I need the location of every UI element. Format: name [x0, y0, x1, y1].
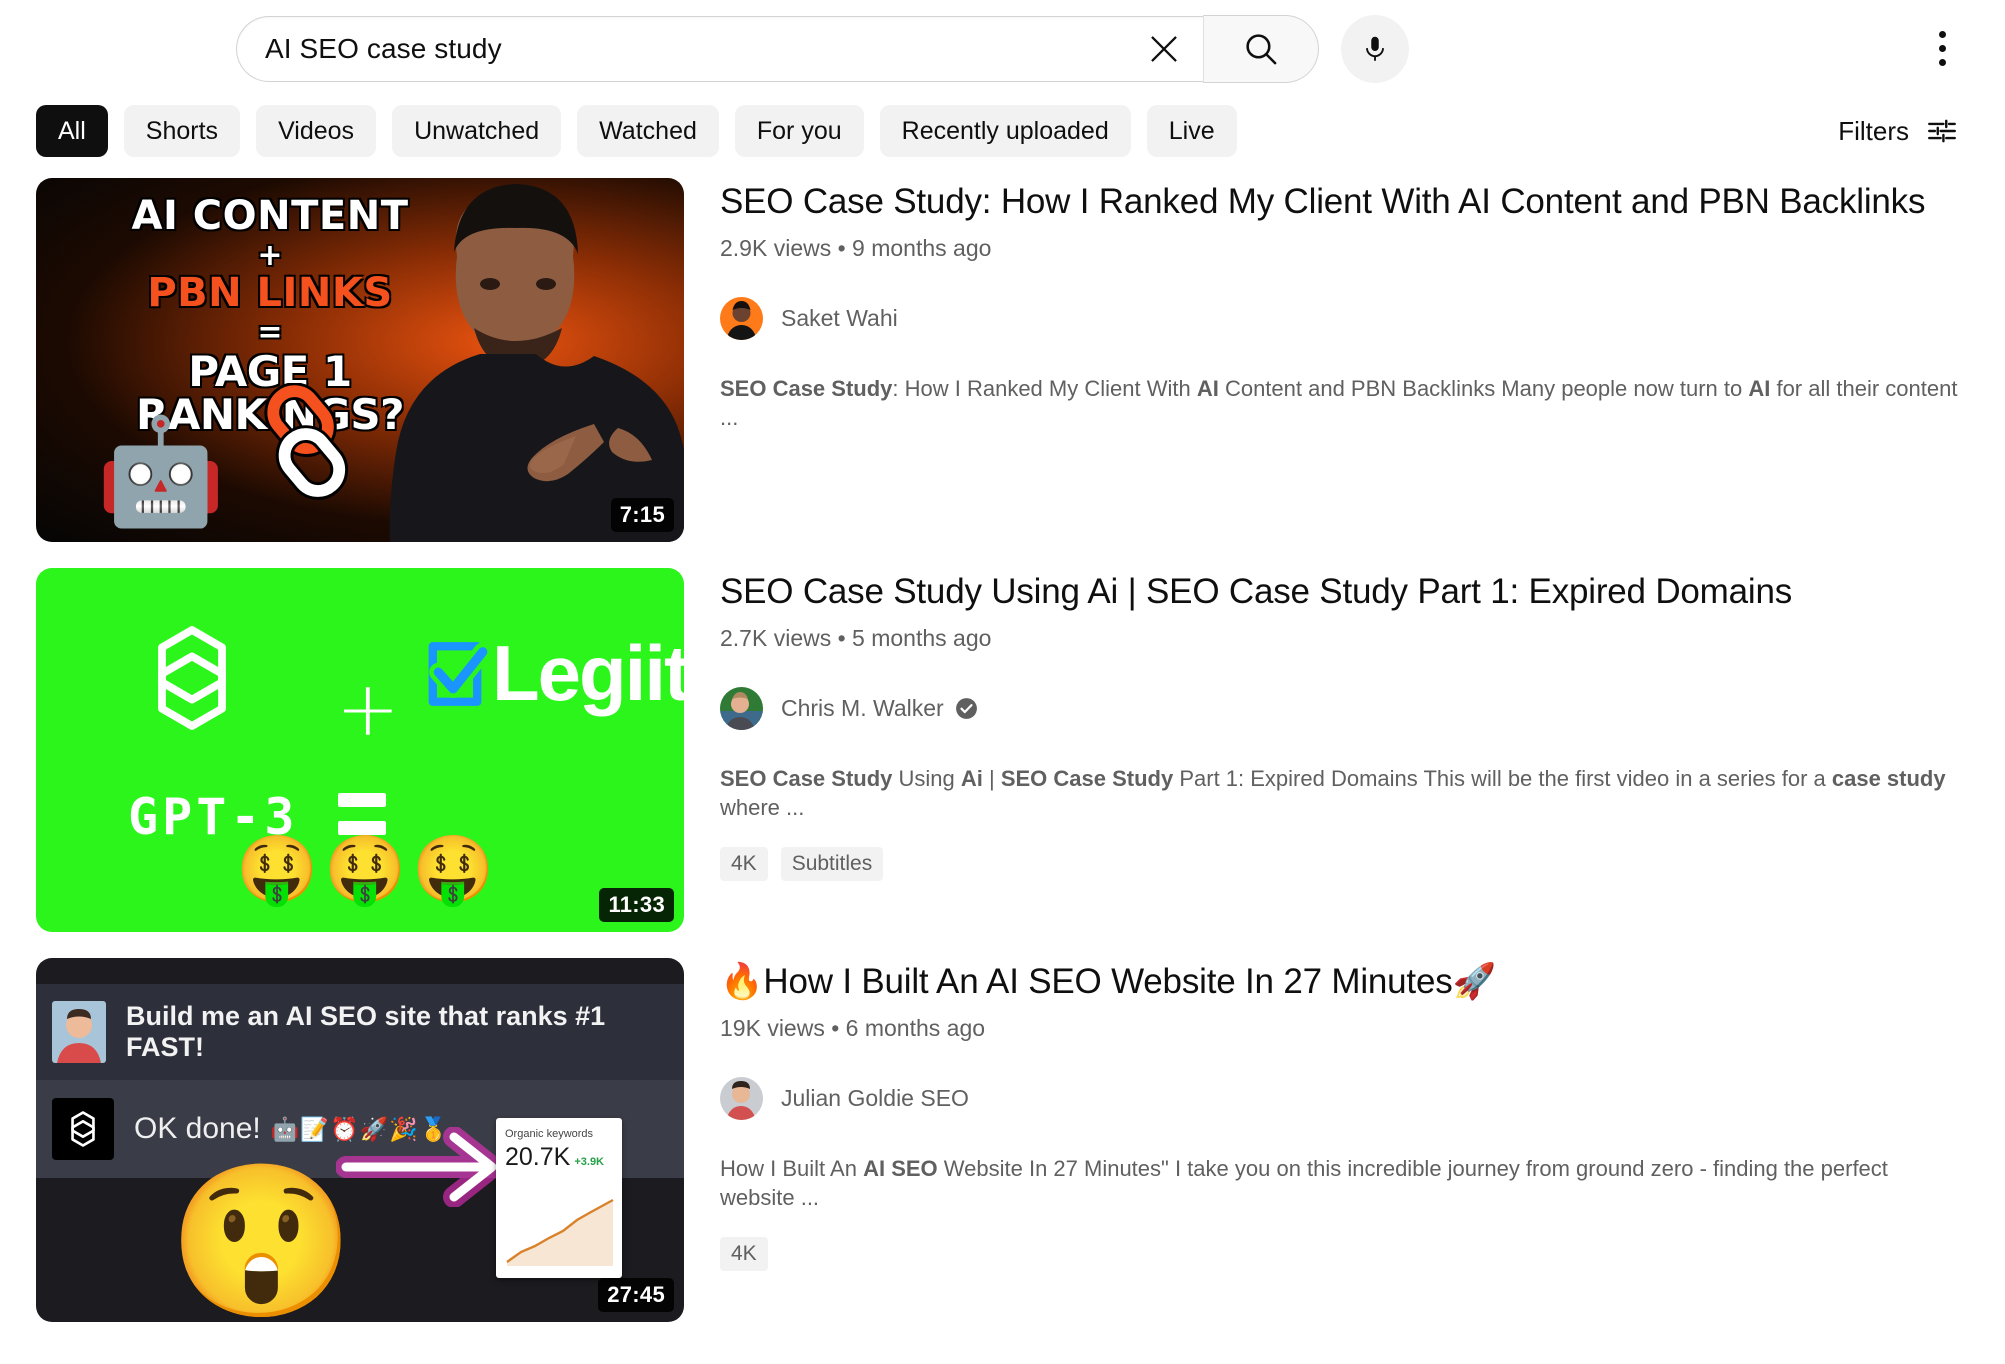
video-info: SEO Case Study Using Ai | SEO Case Study…: [684, 568, 2005, 932]
filter-chip-live[interactable]: Live: [1147, 105, 1237, 157]
channel-name: Julian Goldie SEO: [781, 1085, 969, 1112]
channel-name: Chris M. Walker: [781, 695, 944, 722]
filter-chip-bar: All Shorts Videos Unwatched Watched For …: [0, 96, 2005, 166]
channel-avatar: [720, 687, 763, 730]
filters-button[interactable]: Filters: [1838, 114, 1959, 148]
thumbnail-plus-sign: +: [336, 664, 400, 753]
chat-bot-message: OK done!: [134, 1112, 261, 1146]
video-info: SEO Case Study: How I Ranked My Client W…: [684, 178, 2005, 542]
presenter-photo: [362, 178, 684, 542]
video-description: SEO Case Study: How I Ranked My Client W…: [720, 374, 1965, 433]
sliders-icon: [1925, 114, 1959, 148]
card-delta: +3.9K: [574, 1156, 604, 1172]
money-face-emojis: 🤑🤑🤑: [236, 836, 501, 902]
video-duration: 7:15: [611, 498, 674, 532]
video-meta: 2.7K views • 5 months ago: [720, 625, 2005, 652]
voice-search-button[interactable]: [1341, 15, 1409, 83]
channel-avatar: [720, 297, 763, 340]
video-info: 🔥How I Built An AI SEO Website In 27 Min…: [684, 958, 2005, 1322]
search-submit-button[interactable]: [1203, 15, 1319, 83]
video-meta: 2.9K views • 9 months ago: [720, 235, 2005, 262]
clear-search-icon[interactable]: [1132, 17, 1196, 81]
video-title[interactable]: 🔥How I Built An AI SEO Website In 27 Min…: [720, 960, 2005, 1004]
more-options-button[interactable]: [1919, 20, 1965, 76]
chat-user-row: Build me an AI SEO site that ranks #1 FA…: [36, 984, 684, 1080]
shocked-face-emoji: 😲: [168, 1166, 355, 1316]
filter-chip-shorts[interactable]: Shorts: [124, 105, 240, 157]
video-badges: 4K Subtitles: [720, 847, 2005, 881]
badge-4k[interactable]: 4K: [720, 847, 768, 881]
filter-chip-unwatched[interactable]: Unwatched: [392, 105, 561, 157]
card-value: 20.7K: [505, 1143, 570, 1172]
legiit-check-icon: [418, 637, 492, 711]
video-duration: 11:33: [599, 888, 674, 922]
openai-logo-icon: [132, 618, 252, 743]
video-description: SEO Case Study Using Ai | SEO Case Study…: [720, 764, 1965, 823]
chat-user-message: Build me an AI SEO site that ranks #1 FA…: [126, 1001, 684, 1063]
filter-chip-all[interactable]: All: [36, 105, 108, 157]
chat-user-avatar: [52, 1001, 106, 1063]
channel-avatar: [720, 1077, 763, 1120]
legiit-wordmark: Legiit: [492, 628, 684, 719]
video-thumbnail[interactable]: + Legiit GPT-3 🤑🤑🤑 11:33: [36, 568, 684, 932]
video-badges: 4K: [720, 1237, 2005, 1271]
card-label: Organic keywords: [505, 1128, 613, 1140]
more-vertical-icon: [1939, 45, 1946, 52]
search-query-text[interactable]: AI SEO case study: [265, 33, 1132, 65]
badge-4k[interactable]: 4K: [720, 1237, 768, 1271]
openai-logo-icon: [52, 1098, 114, 1160]
video-thumbnail[interactable]: Build me an AI SEO site that ranks #1 FA…: [36, 958, 684, 1322]
video-description: How I Built An AI SEO Website In 27 Minu…: [720, 1154, 1965, 1213]
search-result-item: Build me an AI SEO site that ranks #1 FA…: [36, 958, 2005, 1322]
video-thumbnail[interactable]: AI CONTENT + PBN LINKS = PAGE 1 RANKINGS…: [36, 178, 684, 542]
badge-subtitles[interactable]: Subtitles: [781, 847, 884, 881]
channel-name: Saket Wahi: [781, 305, 898, 332]
video-title[interactable]: SEO Case Study Using Ai | SEO Case Study…: [720, 570, 2005, 614]
chain-link-icon: [248, 383, 366, 506]
channel-link[interactable]: Saket Wahi: [720, 297, 898, 340]
more-vertical-icon: [1939, 31, 1946, 38]
channel-link[interactable]: Chris M. Walker: [720, 687, 979, 730]
microphone-icon: [1360, 34, 1390, 64]
verified-badge-icon: [954, 696, 979, 721]
filter-chip-watched[interactable]: Watched: [577, 105, 719, 157]
search-result-item: AI CONTENT + PBN LINKS = PAGE 1 RANKINGS…: [36, 178, 2005, 542]
filter-chip-videos[interactable]: Videos: [256, 105, 376, 157]
video-duration: 27:45: [598, 1278, 674, 1312]
robot-icon: 🤖: [96, 420, 226, 524]
legiit-brand: Legiit: [418, 628, 684, 719]
organic-keywords-card: Organic keywords 20.7K +3.9K: [496, 1118, 622, 1278]
video-title[interactable]: SEO Case Study: How I Ranked My Client W…: [720, 180, 2005, 224]
more-vertical-icon: [1939, 59, 1946, 66]
search-input[interactable]: AI SEO case study: [236, 16, 1204, 82]
search-result-item: + Legiit GPT-3 🤑🤑🤑 11:33 SEO Case Study …: [36, 568, 2005, 932]
filter-chip-for-you[interactable]: For you: [735, 105, 864, 157]
top-search-bar: AI SEO case study: [0, 0, 2005, 96]
filter-chip-recently-uploaded[interactable]: Recently uploaded: [880, 105, 1131, 157]
growth-chart-icon: [505, 1186, 615, 1266]
search-container: AI SEO case study: [236, 15, 1409, 83]
filters-label: Filters: [1838, 116, 1909, 147]
video-meta: 19K views • 6 months ago: [720, 1015, 2005, 1042]
channel-link[interactable]: Julian Goldie SEO: [720, 1077, 969, 1120]
magnifier-icon: [1243, 31, 1279, 67]
search-results-list: AI CONTENT + PBN LINKS = PAGE 1 RANKINGS…: [0, 166, 2005, 1322]
